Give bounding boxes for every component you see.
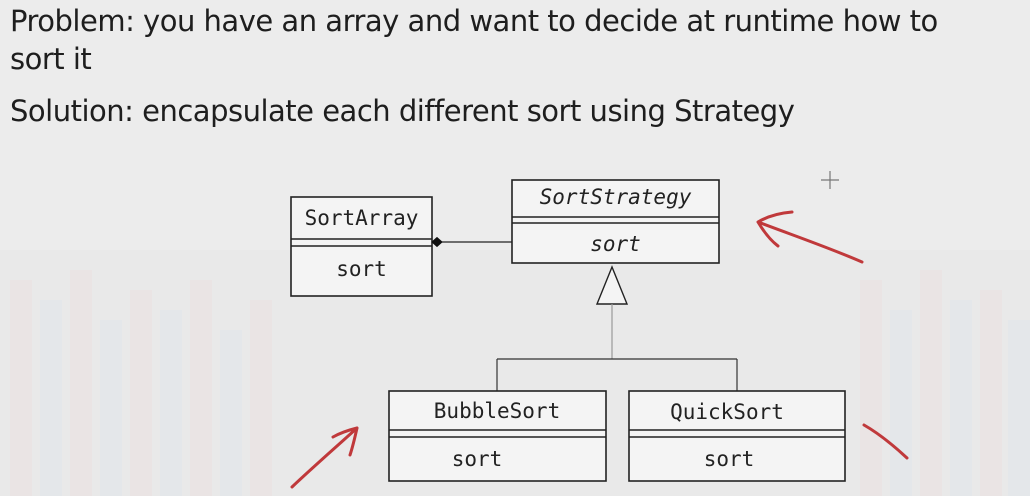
quicksort-name: QuickSort: [670, 400, 784, 424]
quicksort-operation: sort: [704, 447, 755, 471]
quicksort-class: QuickSort sort: [628, 390, 846, 482]
sortarray-class: SortArray sort: [290, 196, 433, 297]
bubblesort-class: BubbleSort sort: [388, 390, 607, 482]
annotation-stroke-quicksort: [862, 423, 909, 460]
sortstrategy-class: SortStrategy sort: [511, 179, 720, 264]
annotation-arrow-strategy: [756, 210, 864, 264]
bubblesort-operation: sort: [452, 447, 503, 471]
uml-class-diagram: SortArray sort SortStrategy sort BubbleS…: [290, 171, 909, 489]
sortarray-name: SortArray: [305, 206, 419, 230]
sortstrategy-operation: sort: [590, 232, 641, 256]
inheritance-triangle: [595, 265, 629, 305]
bubblesort-name: BubbleSort: [434, 399, 560, 423]
sortarray-operation: sort: [336, 257, 387, 281]
composition-diamond: [431, 236, 443, 248]
annotation-arrow-bubblesort: [290, 426, 359, 489]
cursor-crosshair-icon: [821, 171, 839, 189]
sortstrategy-name: SortStrategy: [540, 185, 692, 209]
generalization-arrow: [496, 265, 738, 391]
composition-association: [431, 236, 512, 248]
